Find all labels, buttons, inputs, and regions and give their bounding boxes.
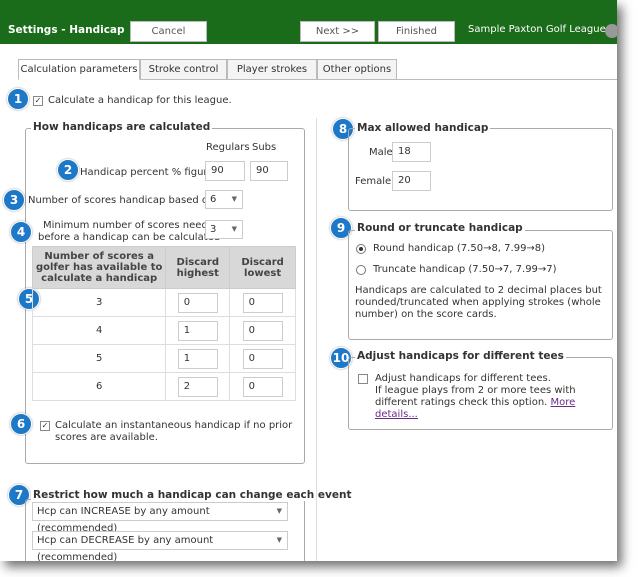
- tab-stroke-control[interactable]: Stroke control: [140, 59, 227, 80]
- round-note-line2: rounded/truncated when applying strokes …: [355, 297, 601, 308]
- discard-lowest-cell: 0: [229, 316, 296, 345]
- decrease-select[interactable]: Hcp can DECREASE by any amount (recommen…: [32, 531, 288, 561]
- row-count: 4: [31, 316, 167, 345]
- adjust-tees-checkbox[interactable]: [358, 374, 368, 384]
- discard-lowest-input[interactable]: 0: [242, 348, 283, 369]
- max-handicap-legend: Max allowed handicap: [355, 122, 491, 134]
- instant-label-line1: Calculate an instantaneous handicap if n…: [55, 420, 293, 431]
- page-title: Settings - Handicap: [8, 24, 125, 36]
- discard-lowest-cell: 0: [229, 288, 296, 317]
- truncate-radio[interactable]: [356, 265, 366, 275]
- discard-highest-cell: 1: [165, 316, 231, 345]
- discard-highest-input[interactable]: 1: [177, 320, 218, 341]
- scores-select[interactable]: 6 ▼: [205, 190, 243, 209]
- table-row: 3 0 0: [31, 288, 296, 317]
- male-max-input[interactable]: 18: [392, 142, 431, 162]
- calc-league-label: Calculate a handicap for this league.: [48, 95, 232, 106]
- more-details-link[interactable]: More: [551, 397, 576, 408]
- scores-value: 6: [210, 194, 217, 205]
- tab-player-strokes[interactable]: Player strokes: [227, 59, 317, 80]
- discard-lowest-input[interactable]: 0: [242, 292, 283, 313]
- male-label: Male: [369, 147, 393, 158]
- calc-league-checkbox[interactable]: ✓: [33, 96, 43, 106]
- discard-header-lowest: Discard lowest: [229, 246, 296, 289]
- league-name: Sample Paxton Golf League: [468, 24, 606, 35]
- discard-highest-cell: 1: [165, 344, 231, 373]
- marker-1: 1: [7, 88, 29, 110]
- round-label: Round handicap (7.50→8, 7.99→8): [373, 243, 546, 254]
- truncate-label: Truncate handicap (7.50→7, 7.99→7): [373, 264, 557, 275]
- col-subs: Subs: [252, 142, 277, 153]
- tab-calculation-parameters[interactable]: Calculation parameters: [18, 59, 140, 80]
- percent-label: Handicap percent % figure: [80, 167, 214, 178]
- col-regulars: Regulars: [206, 142, 250, 153]
- min-scores-value: 3: [210, 224, 217, 235]
- row-count: 3: [31, 288, 167, 317]
- discard-highest-input[interactable]: 2: [177, 376, 218, 397]
- discard-lowest-cell: 0: [229, 344, 296, 373]
- finished-button[interactable]: Finished: [378, 21, 455, 42]
- round-truncate-legend: Round or truncate handicap: [355, 222, 525, 234]
- discard-header-scores: Number of scores a golfer has available …: [31, 246, 167, 289]
- top-bar: Settings - Handicap Cancel Next >> Finis…: [0, 0, 617, 44]
- chevron-down-icon: ▼: [276, 536, 282, 544]
- chevron-down-icon: ▼: [231, 225, 237, 233]
- min-label-line2: before a handicap can be calculated: [38, 232, 221, 243]
- settings-window: Settings - Handicap Cancel Next >> Finis…: [0, 0, 617, 561]
- instant-handicap-checkbox[interactable]: ✓: [40, 421, 50, 431]
- discard-highest-cell: 0: [165, 288, 231, 317]
- table-row: 4 1 0: [31, 316, 296, 345]
- adjust-tees-label: Adjust handicaps for different tees.: [375, 373, 551, 384]
- discard-highest-input[interactable]: 0: [177, 292, 218, 313]
- more-details-link-cont[interactable]: details...: [375, 409, 418, 420]
- menu-toggle-icon[interactable]: [605, 24, 617, 38]
- how-calculated-legend: How handicaps are calculated: [31, 121, 213, 133]
- female-max-input[interactable]: 20: [392, 171, 431, 191]
- marker-4: 4: [10, 221, 32, 243]
- round-radio[interactable]: [356, 244, 366, 254]
- marker-2: 2: [57, 159, 79, 181]
- adjust-tees-desc-text: different ratings check this option.: [375, 397, 548, 408]
- round-note-line3: number) on the score cards.: [355, 309, 497, 320]
- marker-6: 6: [10, 413, 32, 435]
- percent-subs-input[interactable]: 90: [250, 161, 288, 181]
- min-label-line1: Minimum number of scores needed: [43, 220, 221, 231]
- increase-select[interactable]: Hcp can INCREASE by any amount (recommen…: [32, 502, 288, 534]
- discard-table: Number of scores a golfer has available …: [31, 246, 296, 401]
- row-count: 6: [31, 372, 167, 401]
- discard-lowest-input[interactable]: 0: [242, 376, 283, 397]
- adjust-tees-desc-line2: different ratings check this option. Mor…: [375, 397, 575, 408]
- table-row: 5 1 0: [31, 344, 296, 373]
- percent-regulars-input[interactable]: 90: [205, 161, 245, 181]
- restrict-legend: Restrict how much a handicap can change …: [31, 489, 354, 501]
- max-handicap-group: [348, 128, 613, 211]
- chevron-down-icon: ▼: [231, 195, 237, 203]
- discard-lowest-input[interactable]: 0: [242, 320, 283, 341]
- row-count: 5: [31, 344, 167, 373]
- cancel-button[interactable]: Cancel: [130, 21, 207, 42]
- adjust-tees-desc-line1: If league plays from 2 or more tees with: [375, 385, 576, 396]
- round-note-line1: Handicaps are calculated to 2 decimal pl…: [355, 285, 602, 296]
- discard-header-highest: Discard highest: [165, 246, 231, 289]
- tab-other-options[interactable]: Other options: [317, 59, 397, 80]
- chevron-down-icon: ▼: [276, 507, 282, 515]
- discard-highest-input[interactable]: 1: [177, 348, 218, 369]
- instant-label-line2: scores are available.: [55, 432, 158, 443]
- discard-highest-cell: 2: [165, 372, 231, 401]
- discard-lowest-cell: 0: [229, 372, 296, 401]
- min-scores-select[interactable]: 3 ▼: [205, 220, 243, 239]
- table-row: 6 2 0: [31, 372, 296, 401]
- female-label: Female: [355, 176, 392, 187]
- column-divider: [316, 118, 317, 561]
- next-button[interactable]: Next >>: [300, 21, 375, 42]
- scores-label: Number of scores handicap based on: [28, 195, 215, 206]
- marker-3: 3: [3, 189, 25, 211]
- adjust-tees-legend: Adjust handicaps for different tees: [355, 350, 566, 362]
